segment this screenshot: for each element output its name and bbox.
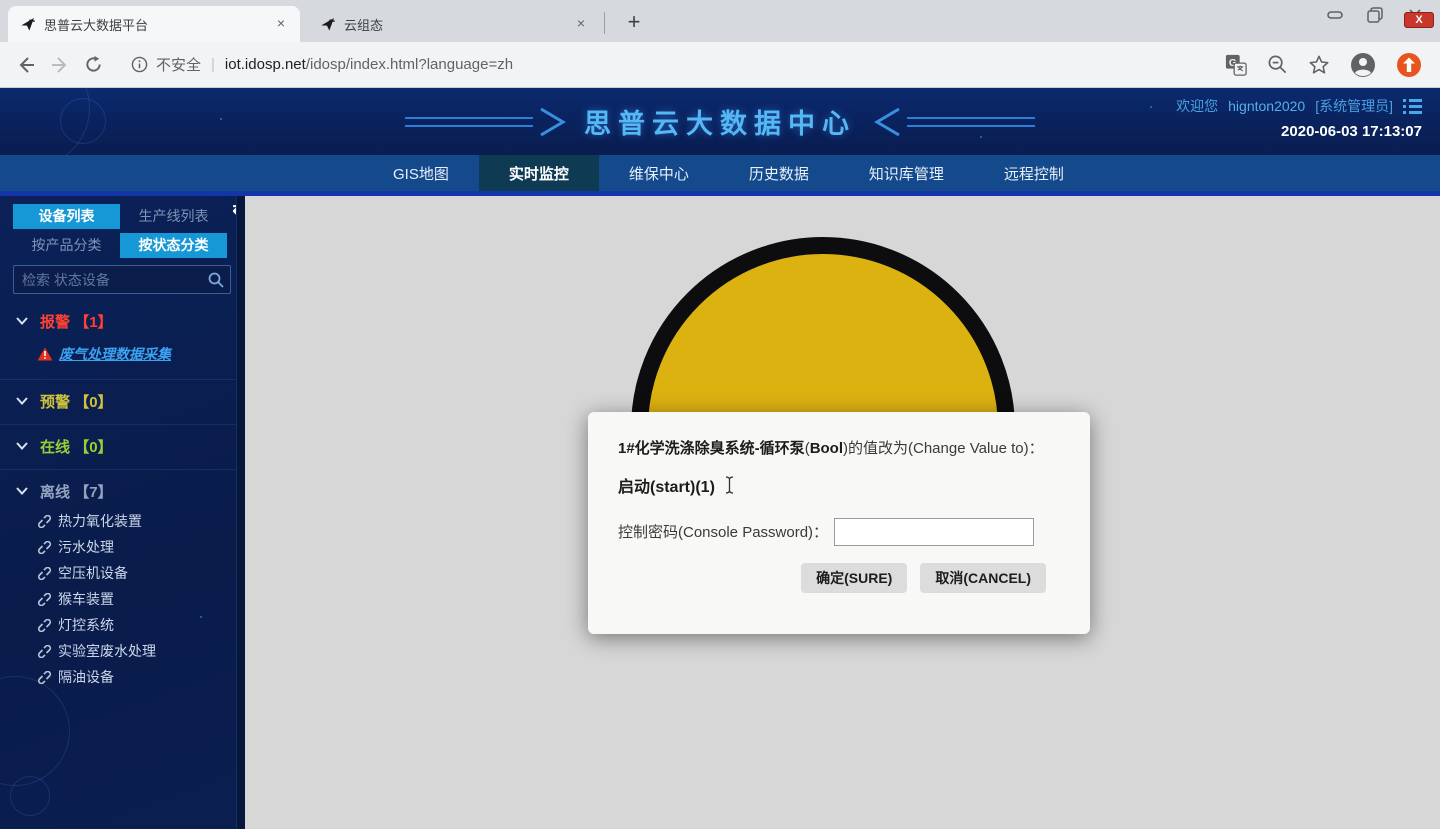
tree-item-device[interactable]: 灯控系统 (0, 612, 236, 638)
tree-node-online[interactable]: 在线 【0】 (0, 435, 236, 457)
tree-item-device[interactable]: 空压机设备 (0, 560, 236, 586)
tree-item-device[interactable]: 隔油设备 (0, 664, 236, 690)
decor-circle (10, 776, 50, 816)
menu-list-icon[interactable] (1403, 99, 1422, 114)
warning-triangle-icon (37, 347, 53, 361)
page-header: 思普云大数据中心 欢迎您 hignton2020 [系统管理员] (0, 88, 1440, 155)
tree-group-online: 在线 【0】 (0, 425, 236, 470)
broken-link-icon (37, 593, 52, 606)
content-area: 设备列表 生产线列表 ⇄ 按产品分类 按状态分类 报警 【1 (0, 196, 1440, 829)
back-button[interactable] (16, 55, 36, 75)
device-search-box (13, 265, 231, 294)
tab-by-product[interactable]: 按产品分类 (13, 233, 120, 258)
tree-node-offline[interactable]: 离线 【7】 (0, 480, 236, 502)
new-tab-button[interactable]: + (618, 8, 650, 38)
broken-link-icon (37, 515, 52, 528)
nav-item-realtime[interactable]: 实时监控 (479, 155, 599, 191)
device-sidebar: 设备列表 生产线列表 ⇄ 按产品分类 按状态分类 报警 【1 (0, 196, 245, 829)
tree-node-warning[interactable]: 预警 【0】 (0, 390, 236, 412)
console-password-input[interactable] (834, 518, 1034, 546)
chevron-down-icon (16, 317, 28, 325)
browser-tab-active[interactable]: 思普云大数据平台 × (8, 6, 300, 42)
security-label: 不安全 (156, 54, 201, 75)
sidebar-scrollbar[interactable] (236, 196, 245, 829)
site-favicon-icon (320, 16, 336, 32)
tab-device-list[interactable]: 设备列表 (13, 204, 120, 229)
tree-group-alarm: 报警 【1】 废气处理数据采集 (0, 300, 236, 380)
extension-updater-icon[interactable] (1396, 52, 1422, 78)
nav-item-maintenance[interactable]: 维保中心 (599, 155, 719, 191)
title-decor-left (405, 105, 570, 139)
info-icon[interactable] (131, 56, 148, 73)
datetime-display: 2020-06-03 17:13:07 (1176, 123, 1422, 140)
title-decor-right (870, 105, 1035, 139)
nav-item-knowledge[interactable]: 知识库管理 (839, 155, 974, 191)
minimize-icon (1327, 10, 1343, 20)
dialog-message: 1#化学洗涤除臭系统-循环泵(Bool)的值改为(Change Value to… (618, 438, 1046, 460)
tab-title: 云组态 (344, 15, 572, 34)
tree-group-offline: 离线 【7】 热力氧化装置 污水处理 空压机设备 (0, 470, 236, 702)
tree-item-alarm-device[interactable]: 废气处理数据采集 (0, 341, 236, 367)
device-search-input[interactable] (14, 266, 200, 293)
tab-title: 思普云大数据平台 (44, 15, 272, 34)
window-minimize-button[interactable] (1318, 2, 1352, 28)
tree-item-device[interactable]: 实验室废水处理 (0, 638, 236, 664)
browser-tab-inactive[interactable]: 云组态 × (308, 6, 600, 42)
chevron-down-icon (16, 397, 28, 405)
tree-item-device[interactable]: 猴车装置 (0, 586, 236, 612)
profile-avatar-icon[interactable] (1350, 52, 1376, 78)
tab-divider (604, 12, 605, 34)
url-host: iot.idosp.net (225, 56, 306, 73)
bookmark-star-icon[interactable] (1308, 54, 1330, 76)
chevron-down-icon (16, 442, 28, 450)
browser-tab-strip: 思普云大数据平台 × 云组态 × + X (0, 0, 1440, 42)
dialog-password-row: 控制密码(Console Password)： (618, 518, 1046, 546)
site-favicon-icon (20, 16, 36, 32)
tab-close-icon[interactable]: × (272, 15, 290, 33)
forward-button[interactable] (50, 55, 70, 75)
nav-item-history[interactable]: 历史数据 (719, 155, 839, 191)
translate-icon[interactable]: G (1225, 54, 1247, 76)
tree-item-device[interactable]: 热力氧化装置 (0, 508, 236, 534)
broken-link-icon (37, 567, 52, 580)
broken-link-icon (37, 541, 52, 554)
nav-item-gis[interactable]: GIS地图 (363, 155, 479, 191)
tree-item-device[interactable]: 污水处理 (0, 534, 236, 560)
broken-link-icon (37, 645, 52, 658)
role-label: [系统管理员] (1315, 96, 1393, 116)
screen: 思普云大数据平台 × 云组态 × + X (0, 0, 1440, 829)
nav-item-remote[interactable]: 远程控制 (974, 155, 1094, 191)
broken-link-icon (37, 619, 52, 632)
url-field[interactable]: 不安全 | iot.idosp.net/idosp/index.html?lan… (117, 49, 1215, 81)
monitor-canvas: 1#化学洗涤除臭系统-循环泵(Bool)的值改为(Change Value to… (245, 196, 1440, 829)
reload-button[interactable] (84, 55, 103, 74)
tab-close-icon[interactable]: × (572, 15, 590, 33)
tab-production-line-list[interactable]: 生产线列表 (120, 204, 227, 229)
tab-by-status[interactable]: 按状态分类 (120, 233, 227, 258)
device-status-tree: 报警 【1】 废气处理数据采集 预警 【0】 (0, 300, 236, 702)
cursor-close-badge: X (1404, 12, 1434, 28)
main-nav: GIS地图 实时监控 维保中心 历史数据 知识库管理 远程控制 (0, 155, 1440, 191)
dialog-new-value: 启动(start)(1) (618, 473, 1046, 497)
zoom-out-icon[interactable] (1267, 54, 1288, 75)
password-label: 控制密码(Console Password)： (618, 521, 828, 542)
welcome-label: 欢迎您 (1176, 96, 1218, 116)
page-title: 思普云大数据中心 (584, 102, 856, 141)
browser-address-bar: 不安全 | iot.idosp.net/idosp/index.html?lan… (0, 42, 1440, 88)
sure-button[interactable]: 确定(SURE) (801, 563, 907, 593)
tree-node-alarm[interactable]: 报警 【1】 (0, 310, 236, 332)
chevron-down-icon (16, 487, 28, 495)
search-icon[interactable] (208, 272, 224, 288)
change-value-dialog: 1#化学洗涤除臭系统-循环泵(Bool)的值改为(Change Value to… (588, 412, 1090, 634)
url-path: /idosp/index.html?language=zh (306, 56, 513, 73)
username-label: hignton2020 (1228, 98, 1305, 114)
cancel-button[interactable]: 取消(CANCEL) (920, 563, 1046, 593)
restore-icon (1367, 7, 1383, 23)
window-restore-button[interactable] (1358, 2, 1392, 28)
web-page: 思普云大数据中心 欢迎您 hignton2020 [系统管理员] (0, 88, 1440, 829)
tree-group-warning: 预警 【0】 (0, 380, 236, 425)
broken-link-icon (37, 671, 52, 684)
text-cursor-icon (725, 476, 734, 494)
url-separator: | (211, 56, 215, 73)
